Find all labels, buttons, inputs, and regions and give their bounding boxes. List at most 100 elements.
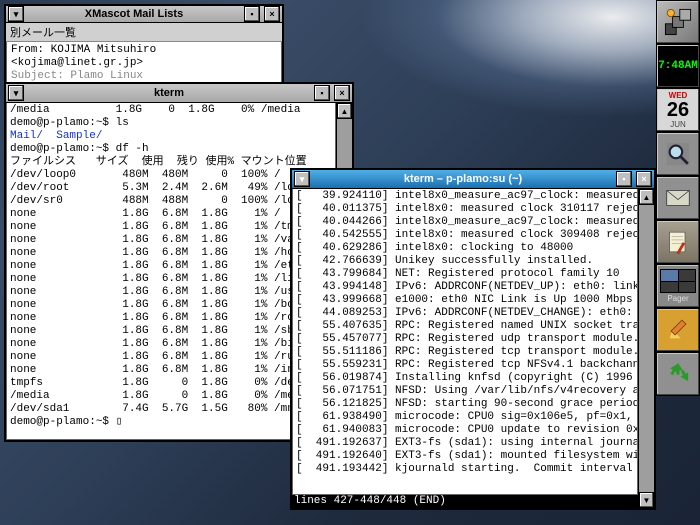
kterm1-title: kterm (26, 87, 312, 99)
calendar-day: 26 (667, 100, 689, 120)
terminal-line: [ 56.019874] Installing knfsd (copyright… (296, 372, 634, 385)
terminal-line: none 1.8G 6.8M 1.8G 1% /var (10, 234, 332, 247)
terminal-line: [ 55.511186] RPC: Registered tcp transpo… (296, 346, 634, 359)
pencil-icon (664, 316, 692, 344)
window-menu-button[interactable]: ▾ (8, 6, 24, 22)
terminal-line: /media 1.8G 0 1.8G 0% /media (10, 104, 332, 117)
terminal-line: none 1.8G 6.8M 1.8G 1% /home (10, 247, 332, 260)
dock-edit[interactable] (656, 308, 700, 352)
close-button[interactable]: × (264, 6, 280, 22)
terminal-line: [ 491.192640] EXT3-fs (sda1): mounted fi… (296, 450, 634, 463)
dock-clock[interactable]: 7:48AM (656, 44, 700, 88)
terminal-line: [ 42.766639] Unikey successfully install… (296, 255, 634, 268)
terminal-line: [ 40.011375] intel8x0: measured clock 31… (296, 203, 634, 216)
pager-workspace-1[interactable] (661, 270, 678, 281)
terminal-line: none 1.8G 6.8M 1.8G 1% /etc (10, 260, 332, 273)
calendar-month: JUN (670, 120, 686, 129)
pager-workspace-3[interactable] (661, 282, 678, 293)
dock: 7:48AM WED 26 JUN (656, 0, 700, 396)
terminal-line: none 1.8G 6.8M 1.8G 1% /root (10, 312, 332, 325)
terminal-line: none 1.8G 6.8M 1.8G 1% /usr (10, 286, 332, 299)
kterm2-terminal[interactable]: [ 39.924110] intel8x0_measure_ac97_clock… (292, 189, 638, 495)
terminal-line: [ 56.121825] NFSD: starting 90-second gr… (296, 398, 634, 411)
terminal-line: demo@p-plamo:~$ ▯ (10, 416, 332, 429)
terminal-line: /dev/root 5.3M 2.4M 2.6M 49% /loop (10, 182, 332, 195)
pager-grid[interactable] (660, 269, 696, 293)
close-button[interactable]: × (636, 171, 652, 187)
terminal-line: [ 40.542555] intel8x0: measured clock 30… (296, 229, 634, 242)
terminal-line: [ 491.192637] EXT3-fs (sda1): using inte… (296, 437, 634, 450)
close-button[interactable]: × (334, 85, 350, 101)
dock-calendar[interactable]: WED 26 JUN (656, 88, 700, 132)
terminal-line: none 1.8G 6.8M 1.8G 1% /lib (10, 273, 332, 286)
terminal-line: [ 40.629286] intel8x0: clocking to 48000 (296, 242, 634, 255)
kterm2-title: kterm – p-plamo:su (~) (312, 173, 614, 185)
terminal-line: /dev/sr0 488M 488M 0 100% /loop/cdrom (10, 195, 332, 208)
dock-app-launcher[interactable] (656, 0, 700, 44)
dock-magnify[interactable] (656, 132, 700, 176)
kterm2-window[interactable]: ▾ kterm – p-plamo:su (~) ▪ × [ 39.924110… (290, 168, 656, 510)
terminal-line: [ 44.089253] IPv6: ADDRCONF(NETDEV_CHANG… (296, 307, 634, 320)
mail-from: From: KOJIMA Mitsuhiro <kojima@linet.gr.… (11, 44, 277, 70)
terminal-line: tmpfs 1.8G 0 1.8G 0% /dev (10, 377, 332, 390)
terminal-line: [ 55.559231] RPC: Registered tcp NFSv4.1… (296, 359, 634, 372)
dock-mail[interactable] (656, 176, 700, 220)
terminal-line: [ 55.407635] RPC: Registered named UNIX … (296, 320, 634, 333)
minimize-button[interactable]: ▪ (244, 6, 260, 22)
terminal-line: /media 1.8G 0 1.8G 0% /media (10, 390, 332, 403)
pager-workspace-4[interactable] (679, 282, 696, 293)
scroll-up-button[interactable]: ▲ (337, 103, 352, 119)
scroll-track[interactable] (639, 205, 654, 492)
terminal-line: demo@p-plamo:~$ ls (10, 117, 332, 130)
kterm2-titlebar[interactable]: ▾ kterm – p-plamo:su (~) ▪ × (292, 170, 654, 189)
window-menu-button[interactable]: ▾ (294, 171, 310, 187)
pager-label: Pager (667, 294, 688, 303)
terminal-line: /dev/loop0 480M 480M 0 100% / (10, 169, 332, 182)
terminal-line: [ 491.193442] kjournald starting. Commit… (296, 463, 634, 476)
terminal-line: [ 55.457077] RPC: Registered udp transpo… (296, 333, 634, 346)
scroll-up-button[interactable]: ▲ (639, 189, 654, 205)
terminal-line: /dev/sda1 7.4G 5.7G 1.5G 80% /mnt (10, 403, 332, 416)
mail-title: XMascot Mail Lists (26, 8, 242, 20)
terminal-line: [ 61.940083] microcode: CPU0 update to r… (296, 424, 634, 437)
dock-pager[interactable]: Pager (656, 264, 700, 308)
window-menu-button[interactable]: ▾ (8, 85, 24, 101)
terminal-line: [ 43.999668] e1000: eth0 NIC Link is Up … (296, 294, 634, 307)
terminal-line: [ 56.071751] NFSD: Using /var/lib/nfs/v4… (296, 385, 634, 398)
mail-subtitle: 別メール一覧 (6, 23, 282, 42)
magnify-icon (664, 140, 692, 168)
terminal-line: [ 43.994148] IPv6: ADDRCONF(NETDEV_UP): … (296, 281, 634, 294)
terminal-line: [ 40.044266] intel8x0_measure_ac97_clock… (296, 216, 634, 229)
terminal-line: [ 61.938490] microcode: CPU0 sig=0x106e5… (296, 411, 634, 424)
terminal-line: [ 39.924110] intel8x0_measure_ac97_clock… (296, 190, 634, 203)
terminal-line: Mail/ Sample/ (10, 130, 332, 143)
terminal-line: none 1.8G 6.8M 1.8G 1% /bin (10, 338, 332, 351)
notepad-icon (664, 228, 692, 256)
terminal-line: none 1.8G 6.8M 1.8G 1% /tmp (10, 221, 332, 234)
terminal-line: ファイルシス サイズ 使用 残り 使用% マウント位置 (10, 156, 332, 169)
terminal-line: demo@p-plamo:~$ df -h (10, 143, 332, 156)
scroll-down-button[interactable]: ▼ (639, 492, 654, 508)
dock-recycle[interactable] (656, 352, 700, 396)
terminal-line: none 1.8G 6.8M 1.8G 1% /boot (10, 299, 332, 312)
mail-body: From: KOJIMA Mitsuhiro <kojima@linet.gr.… (6, 42, 282, 86)
pager-workspace-2[interactable] (679, 270, 696, 281)
recycle-icon (663, 359, 693, 389)
step-icon (660, 4, 696, 40)
kterm2-scrollbar[interactable]: ▲ ▼ (638, 189, 654, 508)
terminal-line: none 1.8G 6.8M 1.8G 1% / (10, 208, 332, 221)
clock-time: 7:48AM (658, 60, 698, 72)
minimize-button[interactable]: ▪ (314, 85, 330, 101)
terminal-line: none 1.8G 6.8M 1.8G 1% /install (10, 364, 332, 377)
kterm2-statusline: lines 427-448/448 (END) (292, 495, 638, 508)
dock-notes[interactable] (656, 220, 700, 264)
minimize-button[interactable]: ▪ (616, 171, 632, 187)
kterm1-terminal[interactable]: /media 1.8G 0 1.8G 0% /mediademo@p-plamo… (6, 103, 336, 440)
kterm1-titlebar[interactable]: ▾ kterm ▪ × (6, 84, 352, 103)
mail-icon (663, 183, 693, 213)
terminal-line: none 1.8G 6.8M 1.8G 1% /sbin (10, 325, 332, 338)
terminal-line: none 1.8G 6.8M 1.8G 1% /run (10, 351, 332, 364)
mail-titlebar[interactable]: ▾ XMascot Mail Lists ▪ × (6, 6, 282, 23)
mail-window[interactable]: ▾ XMascot Mail Lists ▪ × 別メール一覧 From: KO… (4, 4, 284, 82)
terminal-line: [ 43.799684] NET: Registered protocol fa… (296, 268, 634, 281)
